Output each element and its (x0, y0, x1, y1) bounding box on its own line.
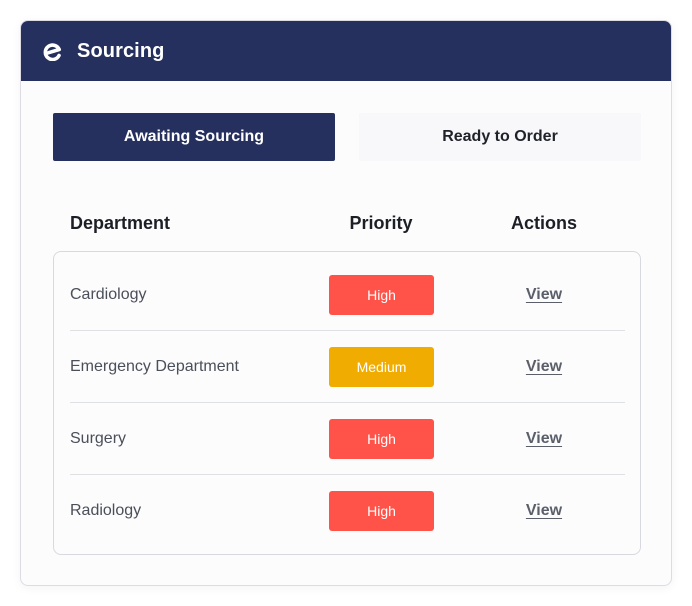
table-row: Surgery High View (70, 403, 625, 475)
table-row: Cardiology High View (70, 259, 625, 331)
table-row: Emergency Department Medium View (70, 331, 625, 403)
priority-badge: High (329, 419, 434, 459)
column-header-department: Department (70, 213, 171, 233)
view-link[interactable]: View (507, 475, 581, 547)
brand-e-logo-icon (41, 40, 63, 62)
view-link[interactable]: View (507, 259, 581, 331)
department-table: Cardiology High View Emergency Departmen… (53, 251, 641, 555)
tab-awaiting-sourcing[interactable]: Awaiting Sourcing (53, 113, 335, 161)
tab-ready-to-order[interactable]: Ready to Order (359, 113, 641, 161)
priority-badge: High (329, 491, 434, 531)
department-name: Radiology (70, 502, 142, 519)
table-row: Radiology High View (70, 475, 625, 547)
view-link[interactable]: View (507, 403, 581, 475)
column-header-priority: Priority (349, 213, 413, 233)
priority-badge: Medium (329, 347, 434, 387)
card-header: Sourcing (21, 21, 671, 81)
department-name: Cardiology (70, 286, 147, 303)
view-link[interactable]: View (507, 331, 581, 403)
priority-badge: High (329, 275, 434, 315)
column-header-actions: Actions (510, 213, 577, 233)
department-name: Surgery (70, 430, 127, 447)
page-title: Sourcing (77, 39, 165, 62)
sourcing-card: Sourcing Awaiting Sourcing Ready to Orde… (20, 20, 672, 586)
department-name: Emergency Department (70, 358, 239, 375)
